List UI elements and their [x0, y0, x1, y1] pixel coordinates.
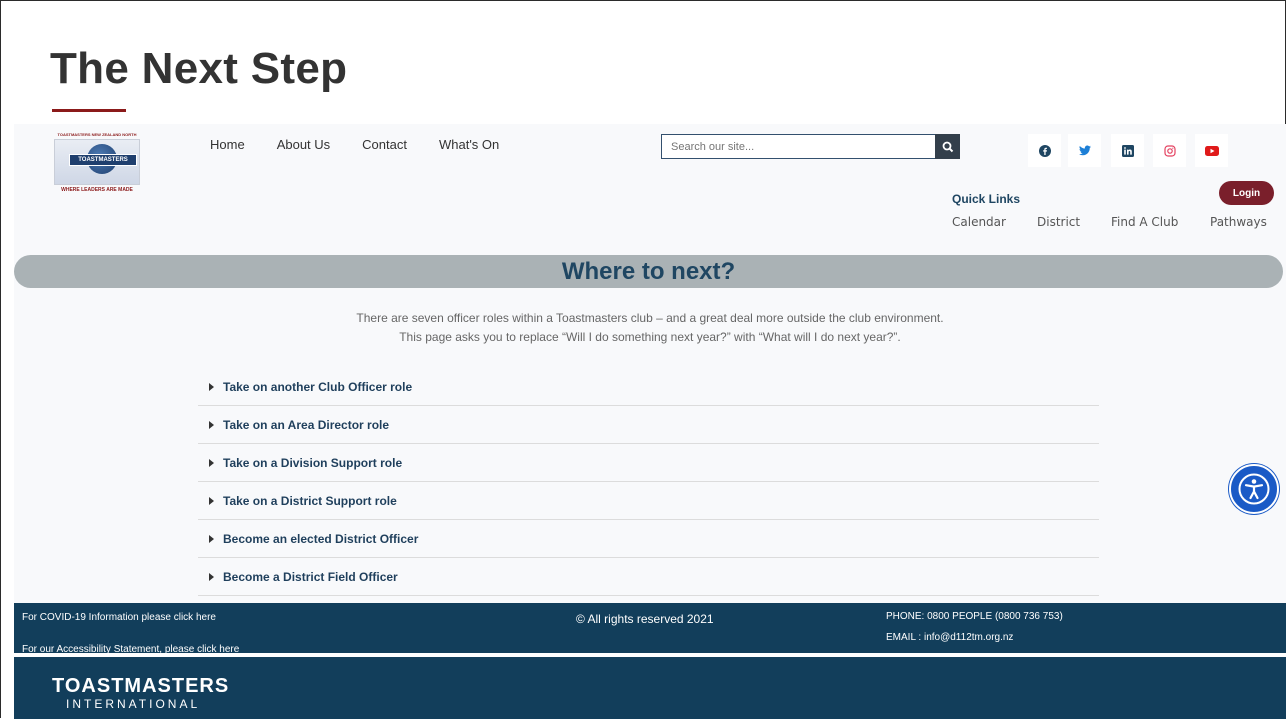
youtube-link[interactable]	[1195, 134, 1228, 167]
linkedin-icon	[1121, 144, 1134, 157]
accordion-label: Take on an Area Director role	[223, 417, 390, 432]
intro-text: There are seven officer roles within a T…	[14, 309, 1286, 347]
caret-right-icon	[209, 534, 214, 543]
accordion-label: Become a District Field Officer	[223, 569, 398, 584]
quick-link-calendar[interactable]: Calendar	[952, 215, 1037, 229]
twitter-link[interactable]	[1068, 134, 1101, 167]
section-heading: Where to next?	[561, 258, 736, 285]
nav-contact[interactable]: Contact	[362, 137, 407, 152]
nav-whats-on[interactable]: What's On	[439, 137, 499, 152]
accordion-item-district-field-officer[interactable]: Become a District Field Officer	[198, 558, 1099, 596]
youtube-icon	[1204, 145, 1219, 156]
toastmasters-wordmark: TOASTMASTERS	[52, 675, 230, 697]
slide-title: The Next Step	[50, 44, 348, 93]
quick-links-title: Quick Links	[952, 192, 1021, 206]
phone-text: PHONE: 0800 PEOPLE (0800 736 753)	[886, 611, 1063, 622]
accessibility-statement-link[interactable]: For our Accessibility Statement, please …	[22, 644, 239, 653]
caret-right-icon	[209, 458, 214, 467]
linkedin-link[interactable]	[1111, 134, 1144, 167]
caret-right-icon	[209, 572, 214, 581]
nav-home[interactable]: Home	[210, 137, 245, 152]
accordion-label: Become an elected District Officer	[223, 531, 419, 546]
quick-link-district[interactable]: District	[1037, 215, 1111, 229]
nav-about-us[interactable]: About Us	[277, 137, 330, 152]
accessibility-icon	[1238, 473, 1270, 505]
search-box	[661, 134, 960, 159]
international-wordmark: INTERNATIONAL	[66, 697, 201, 711]
copyright-text: © All rights reserved 2021	[576, 612, 714, 626]
logo-tagline: WHERE LEADERS ARE MADE	[61, 187, 133, 193]
quick-link-pathways[interactable]: Pathways	[1210, 215, 1267, 229]
logo-brand: TOASTMASTERS	[69, 154, 137, 166]
accordion-item-district-support[interactable]: Take on a District Support role	[198, 482, 1099, 520]
brand-footer: TOASTMASTERS INTERNATIONAL	[14, 657, 1286, 719]
quick-link-find-a-club[interactable]: Find A Club	[1111, 215, 1210, 229]
site-logo[interactable]: TOASTMASTERS NEW ZEALAND NORTH TOASTMAST…	[50, 132, 144, 198]
instagram-icon	[1163, 144, 1176, 157]
title-underline	[52, 109, 126, 112]
accordion-item-club-officer[interactable]: Take on another Club Officer role	[198, 368, 1099, 406]
roles-accordion: Take on another Club Officer role Take o…	[198, 368, 1099, 596]
facebook-icon	[1038, 144, 1051, 157]
search-button[interactable]	[935, 134, 960, 159]
caret-right-icon	[209, 382, 214, 391]
caret-right-icon	[209, 420, 214, 429]
accessibility-button[interactable]	[1229, 464, 1279, 514]
quick-links: Calendar District Find A Club Pathways	[952, 215, 1267, 229]
main-nav: Home About Us Contact What's On	[210, 137, 499, 152]
caret-right-icon	[209, 496, 214, 505]
site-footer: For COVID-19 Information please click he…	[14, 603, 1286, 653]
accordion-label: Take on a District Support role	[223, 493, 397, 508]
accordion-item-division-support[interactable]: Take on a Division Support role	[198, 444, 1099, 482]
logo-top-text: TOASTMASTERS NEW ZEALAND NORTH	[57, 132, 137, 137]
intro-line-1: There are seven officer roles within a T…	[356, 311, 944, 325]
login-button[interactable]: Login	[1219, 181, 1274, 205]
email-text[interactable]: EMAIL : info@d112tm.org.nz	[886, 632, 1013, 643]
accordion-item-area-director[interactable]: Take on an Area Director role	[198, 406, 1099, 444]
search-icon	[942, 141, 953, 152]
instagram-link[interactable]	[1153, 134, 1186, 167]
accordion-label: Take on a Division Support role	[223, 455, 403, 470]
website-screenshot: TOASTMASTERS NEW ZEALAND NORTH TOASTMAST…	[14, 124, 1286, 603]
accordion-item-elected-district-officer[interactable]: Become an elected District Officer	[198, 520, 1099, 558]
intro-line-2: This page asks you to replace “Will I do…	[399, 330, 901, 344]
twitter-icon	[1078, 145, 1091, 156]
facebook-link[interactable]	[1028, 134, 1061, 167]
logo-emblem: TOASTMASTERS	[54, 139, 140, 185]
covid-link[interactable]: For COVID-19 Information please click he…	[22, 612, 216, 623]
accordion-label: Take on another Club Officer role	[223, 379, 413, 394]
search-input[interactable]	[662, 135, 935, 158]
